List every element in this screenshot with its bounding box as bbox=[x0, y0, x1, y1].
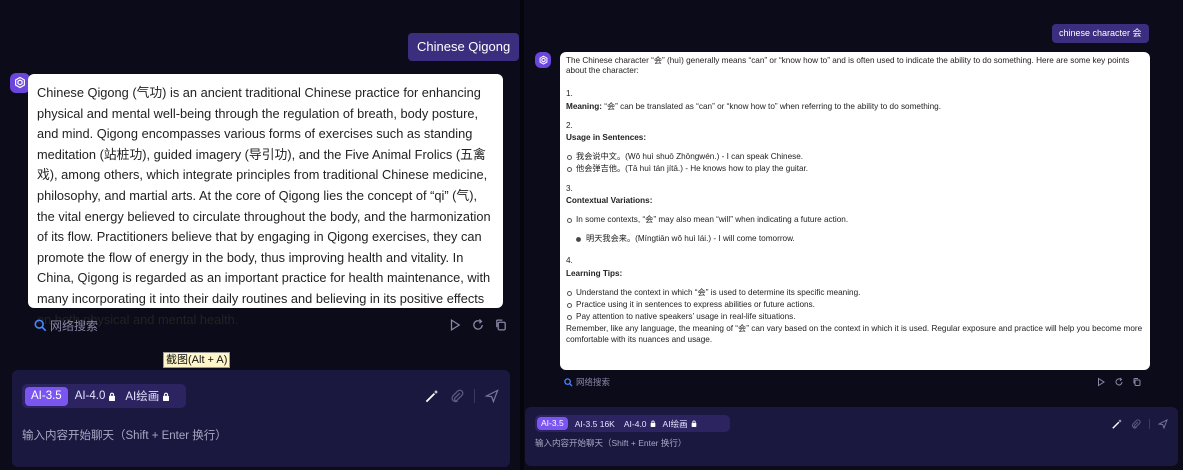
left-chat-pane: Chinese Qigong Chinese Qigong (气功) is an… bbox=[0, 0, 520, 470]
list-item: Understand the context in which “会” is u… bbox=[566, 288, 1144, 298]
lock-icon bbox=[109, 392, 116, 401]
response-section: 2. Usage in Sentences: 我会说中文。(Wǒ huì shu… bbox=[566, 121, 1144, 175]
response-section: 1. Meaning: “会” can be translated as “ca… bbox=[566, 89, 1144, 111]
tool-separator bbox=[1149, 419, 1150, 429]
lock-icon bbox=[163, 392, 170, 401]
search-icon bbox=[564, 377, 573, 387]
assistant-response-card: The Chinese character “会” (huì) generall… bbox=[560, 52, 1150, 370]
section-text: “会” can be translated as “can” or “know … bbox=[604, 101, 941, 111]
screenshot-tooltip: 截图(Alt + A) bbox=[163, 352, 231, 368]
send-icon[interactable] bbox=[1158, 419, 1168, 429]
list-item: Pay attention to native speakers’ usage … bbox=[566, 312, 1144, 322]
openai-logo-icon bbox=[539, 55, 547, 65]
model-tab-ai35[interactable]: AI-3.5 bbox=[25, 386, 68, 406]
copy-icon[interactable] bbox=[1132, 377, 1142, 387]
section-number: 3. bbox=[566, 183, 573, 193]
section-number: 1. bbox=[566, 89, 573, 99]
list-item: Practice using it in sentences to expres… bbox=[566, 300, 1144, 310]
model-tab-ai35[interactable]: AI-3.5 bbox=[537, 417, 568, 430]
response-actions: 网络搜索 bbox=[564, 375, 1150, 389]
section-heading: Usage in Sentences bbox=[566, 133, 644, 143]
play-icon[interactable] bbox=[448, 318, 462, 332]
tool-separator bbox=[474, 389, 475, 403]
model-tab-ai35-16k[interactable]: AI-3.5 16K bbox=[575, 419, 615, 429]
refresh-icon[interactable] bbox=[471, 318, 485, 332]
lock-icon bbox=[691, 420, 696, 427]
web-search-toggle[interactable]: 网络搜索 bbox=[34, 317, 98, 334]
web-search-label: 网络搜索 bbox=[50, 318, 99, 333]
assistant-response-card: Chinese Qigong (气功) is an ancient tradit… bbox=[28, 74, 503, 327]
response-closing: Remember, like any language, the meaning… bbox=[566, 324, 1143, 344]
assistant-avatar bbox=[535, 52, 551, 68]
chat-input-field[interactable]: 输入内容开始聊天（Shift + Enter 换行） bbox=[22, 427, 227, 443]
input-tools bbox=[424, 388, 499, 404]
model-tab-ai-painting[interactable]: AI绘画 bbox=[663, 418, 697, 430]
lock-icon bbox=[650, 420, 655, 427]
send-icon[interactable] bbox=[485, 389, 499, 403]
openai-logo-icon bbox=[15, 76, 25, 89]
magic-wand-icon[interactable] bbox=[1111, 418, 1123, 430]
web-search-toggle[interactable]: 网络搜索 bbox=[564, 376, 610, 388]
list-item: 明天我会来。(Míngtiān wǒ huì lái.) - I will co… bbox=[566, 234, 1144, 244]
model-selector: AI-3.5 AI-3.5 16K AI-4.0 AI绘画 bbox=[535, 415, 730, 432]
response-section: 3. Contextual Variations: In some contex… bbox=[566, 184, 1144, 245]
response-section: 4. Learning Tips: Understand the context… bbox=[566, 256, 1144, 322]
play-icon[interactable] bbox=[1096, 377, 1106, 387]
section-heading: Meaning bbox=[566, 101, 600, 111]
list-item: 他会弹吉他。(Tā huì tán jítā.) - He knows how … bbox=[566, 164, 1144, 174]
chat-input-field[interactable]: 输入内容开始聊天（Shift + Enter 换行） bbox=[535, 437, 686, 449]
list-item: In some contexts, “会” may also mean “wil… bbox=[566, 215, 1144, 225]
input-tools bbox=[1111, 418, 1168, 430]
list-item: 我会说中文。(Wǒ huì shuō Zhōngwén.) - I can sp… bbox=[566, 152, 1144, 162]
paperclip-icon[interactable] bbox=[450, 389, 464, 403]
web-search-label: 网络搜索 bbox=[576, 377, 611, 387]
section-heading: Learning Tips bbox=[566, 268, 620, 278]
assistant-response-text: Chinese Qigong (气功) is an ancient tradit… bbox=[37, 85, 491, 327]
search-icon bbox=[34, 318, 47, 331]
response-intro: The Chinese character “会” (huì) generall… bbox=[566, 56, 1130, 76]
user-message-bubble: Chinese Qigong bbox=[408, 33, 520, 61]
copy-icon[interactable] bbox=[494, 318, 508, 332]
section-number: 2. bbox=[566, 120, 573, 130]
response-actions: 网络搜索 bbox=[34, 316, 508, 334]
user-message-bubble: chinese character 会 bbox=[1052, 24, 1149, 43]
magic-wand-icon[interactable] bbox=[424, 388, 440, 404]
model-tab-ai40[interactable]: AI-4.0 bbox=[75, 390, 117, 402]
section-number: 4. bbox=[566, 256, 573, 266]
model-tab-ai-painting[interactable]: AI绘画 bbox=[125, 388, 170, 404]
model-selector: AI-3.5 AI-4.0 AI绘画 bbox=[22, 384, 186, 408]
right-chat-pane: chinese character 会 The Chinese characte… bbox=[524, 0, 1183, 470]
model-tab-ai40[interactable]: AI-4.0 bbox=[624, 419, 656, 429]
paperclip-icon[interactable] bbox=[1131, 419, 1141, 429]
section-heading: Contextual Variations bbox=[566, 195, 650, 205]
assistant-avatar bbox=[10, 73, 30, 93]
refresh-icon[interactable] bbox=[1114, 377, 1124, 387]
